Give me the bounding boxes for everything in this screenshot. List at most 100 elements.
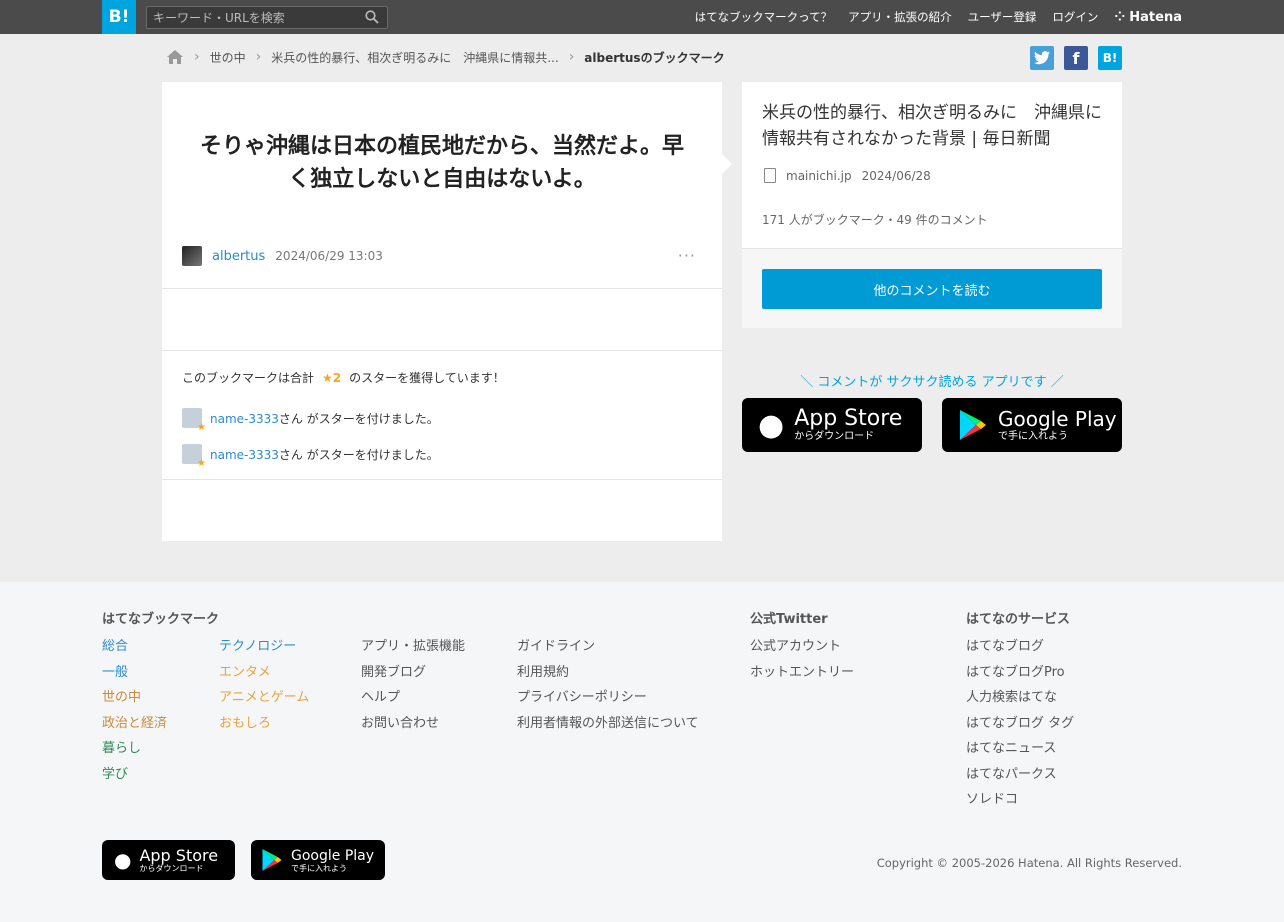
footer-google-play-badge[interactable]: Google Play で手に入れよう — [251, 840, 385, 880]
hatena-share-icon[interactable]: B! — [1098, 46, 1122, 70]
footer-link[interactable]: はてなニュース — [966, 740, 1074, 759]
googleplay-big: Google Play — [998, 407, 1117, 431]
google-play-icon — [960, 410, 986, 440]
divider — [162, 479, 722, 480]
footer-heading-services: はてなのサービス — [966, 612, 1071, 627]
footer-heading-bookmark: はてなブックマーク — [102, 612, 220, 627]
hatena-brand-label: Hatena — [1129, 9, 1182, 25]
facebook-share-icon[interactable]: f — [1064, 46, 1088, 70]
footer-col-categories: 総合 一般 世の中 政治と経済 暮らし 学び — [102, 638, 167, 784]
footer-link[interactable]: ガイドライン — [517, 638, 699, 657]
footer-link[interactable]: ヘルプ — [361, 689, 465, 708]
hatena-bookmark-logo[interactable]: B! — [102, 0, 136, 34]
document-icon — [764, 168, 776, 183]
user-avatar-icon[interactable] — [182, 408, 206, 433]
footer-link[interactable]: お問い合わせ — [361, 715, 465, 734]
bookmark-user[interactable]: albertus — [212, 249, 265, 264]
star-summary: このブックマークは合計 ★2 のスターを獲得しています！ — [182, 369, 505, 386]
footer-col-info: アプリ・拡張機能 開発ブログ ヘルプ お問い合わせ — [361, 638, 465, 733]
footer-link[interactable]: 公式アカウント — [750, 638, 854, 657]
twitter-share-icon[interactable] — [1030, 46, 1054, 70]
footer-link[interactable]: アニメとゲーム — [219, 689, 309, 708]
entry-source: mainichi.jp 2024/06/28 — [764, 168, 931, 183]
entry-title[interactable]: 米兵の性的暴行、相次ぎ明るみに 沖縄県に情報共有されなかった背景 | 毎日新聞 — [762, 100, 1107, 152]
footer-link[interactable]: 利用者情報の外部送信について — [517, 715, 699, 734]
breadcrumb-category[interactable]: 世の中 — [210, 49, 246, 66]
breadcrumb-entry[interactable]: 米兵の性的暴行、相次ぎ明るみに 沖縄県に情報共... — [271, 49, 558, 66]
card-pointer — [722, 154, 732, 174]
star-user[interactable]: name-3333 — [210, 412, 279, 426]
footer-app-store-badge[interactable]: ● App Store からダウンロード — [102, 840, 235, 880]
search-icon[interactable] — [365, 10, 379, 24]
footer-link[interactable]: プライバシーポリシー — [517, 689, 699, 708]
hatena-dots-icon: ⁘ — [1114, 9, 1126, 25]
breadcrumb-current: albertusのブックマーク — [584, 50, 725, 65]
entry-panel: 米兵の性的暴行、相次ぎ明るみに 沖縄県に情報共有されなかった背景 | 毎日新聞 … — [742, 82, 1122, 328]
star-summary-pre: このブックマークは合計 — [182, 371, 315, 385]
entry-count[interactable]: 171 人がブックマーク・49 件のコメント — [762, 211, 988, 228]
footer-link[interactable]: 人力検索はてな — [966, 689, 1074, 708]
breadcrumb: › 世の中 › 米兵の性的暴行、相次ぎ明るみに 沖縄県に情報共... › alb… — [166, 46, 725, 68]
footer-link[interactable]: 学び — [102, 766, 167, 785]
footer-link[interactable]: 一般 — [102, 664, 167, 683]
footer-link[interactable]: 総合 — [102, 638, 167, 657]
signup-link[interactable]: ユーザー登録 — [968, 9, 1037, 25]
star-user[interactable]: name-3333 — [210, 448, 279, 462]
bookmark-meta: albertus 2024/06/29 13:03 — [182, 246, 383, 266]
footer-link[interactable]: アプリ・拡張機能 — [361, 638, 465, 657]
footer-link[interactable]: はてなブログ タグ — [966, 715, 1074, 734]
home-icon[interactable] — [166, 49, 184, 65]
entry-domain[interactable]: mainichi.jp — [786, 169, 852, 183]
appstore-big: App Store — [139, 846, 219, 865]
footer-link[interactable]: はてなパークス — [966, 766, 1074, 785]
top-nav: はてなブックマークって？ アプリ・拡張の紹介 ユーザー登録 ログイン ⁘ Hat… — [695, 0, 1182, 34]
entry-footer: 他のコメントを読む — [742, 248, 1122, 328]
footer-link[interactable]: おもしろ — [219, 715, 309, 734]
avatar[interactable] — [182, 246, 202, 266]
appstore-small: からダウンロード — [139, 864, 204, 873]
footer-link[interactable]: テクノロジー — [219, 638, 309, 657]
app-store-badge[interactable]: ● App Store からダウンロード — [742, 398, 922, 452]
hatena-brand-link[interactable]: ⁘ Hatena — [1114, 10, 1182, 25]
user-avatar-icon[interactable] — [182, 444, 206, 469]
footer-link[interactable]: エンタメ — [219, 664, 309, 683]
divider — [162, 350, 722, 351]
app-promo-message: ＼ コメントが サクサク読める アプリです ／ — [800, 375, 1064, 390]
footer-col-categories2: テクノロジー エンタメ アニメとゲーム おもしろ — [219, 638, 309, 733]
star-summary-post: のスターを獲得しています！ — [349, 371, 505, 385]
star-entry: name-3333さん がスターを付けました。 — [182, 408, 439, 433]
chevron-right-icon: › — [255, 49, 262, 65]
google-play-icon — [262, 849, 282, 871]
appstore-big: App Store — [794, 406, 903, 431]
footer-link[interactable]: 暮らし — [102, 740, 167, 759]
footer-col-services: はてなブログ はてなブログPro 人力検索はてな はてなブログ タグ はてなニュ… — [966, 638, 1074, 810]
footer-link[interactable]: 政治と経済 — [102, 715, 167, 734]
footer-link[interactable]: ソレドコ — [966, 791, 1074, 810]
google-play-badge[interactable]: Google Play で手に入れよう — [942, 398, 1122, 452]
chevron-right-icon: › — [194, 49, 200, 65]
more-options-icon[interactable]: ··· — [678, 246, 696, 265]
bookmark-date[interactable]: 2024/06/29 13:03 — [275, 249, 383, 263]
footer: はてなブックマーク 総合 一般 世の中 政治と経済 暮らし 学び テクノロジー … — [0, 582, 1284, 922]
login-link[interactable]: ログイン — [1052, 9, 1098, 25]
apple-icon: ● — [758, 407, 785, 443]
footer-link[interactable]: はてなブログPro — [966, 664, 1074, 683]
footer-link[interactable]: 利用規約 — [517, 664, 699, 683]
bookmark-card: そりゃ沖縄は日本の植民地だから、当然だよ。早く独立しないと自由はないよ。 alb… — [162, 82, 732, 541]
search-input[interactable] — [153, 9, 353, 26]
googleplay-small: で手に入れよう — [291, 863, 347, 873]
read-comments-button[interactable]: 他のコメントを読む — [762, 269, 1102, 309]
appstore-small: からダウンロード — [794, 431, 875, 442]
footer-link[interactable]: 開発ブログ — [361, 664, 465, 683]
footer-link[interactable]: はてなブログ — [966, 638, 1074, 657]
bookmark-comment: そりゃ沖縄は日本の植民地だから、当然だよ。早く独立しないと自由はないよ。 — [199, 134, 684, 192]
footer-heading-twitter: 公式Twitter — [750, 612, 828, 627]
star-count: ★2 — [322, 370, 342, 385]
chevron-right-icon: › — [568, 49, 575, 65]
apps-link[interactable]: アプリ・拡張の紹介 — [848, 9, 952, 25]
footer-link[interactable]: 世の中 — [102, 689, 167, 708]
top-bar: B! はてなブックマークって？ アプリ・拡張の紹介 ユーザー登録 ログイン ⁘ … — [0, 0, 1284, 34]
footer-link[interactable]: ホットエントリー — [750, 664, 854, 683]
search-box[interactable] — [146, 6, 388, 29]
about-link[interactable]: はてなブックマークって？ — [695, 9, 832, 25]
